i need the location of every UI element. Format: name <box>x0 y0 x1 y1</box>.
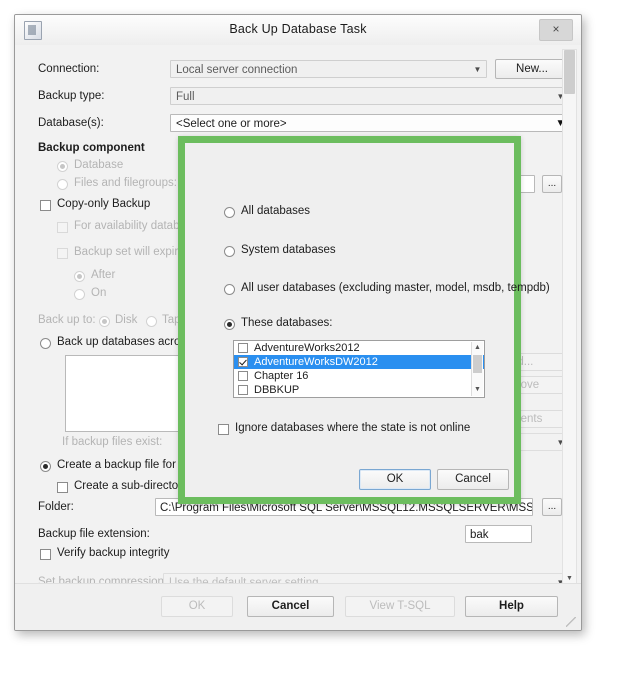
scrollbar-thumb[interactable] <box>564 50 575 94</box>
listbox-scrollbar[interactable]: ▲ ▼ <box>471 342 483 396</box>
extension-label: Backup file extension: <box>38 528 150 540</box>
popup-cancel-button[interactable]: Cancel <box>437 469 509 490</box>
listbox-scrollbar-thumb[interactable] <box>473 355 482 373</box>
screenshot-root: Back Up Database Task × Connection: Loca… <box>0 0 624 681</box>
radio-backup-across-files[interactable] <box>40 338 51 349</box>
radio-database-label: Database <box>74 159 124 171</box>
radio-database[interactable] <box>57 161 68 172</box>
form-vertical-scrollbar[interactable]: ▲ ▼ <box>562 49 577 585</box>
list-item[interactable]: DBBKUP <box>234 383 484 397</box>
cancel-button[interactable]: Cancel <box>247 596 334 617</box>
checkbox-ignore-offline-databases-label: Ignore databases where the state is not … <box>235 422 471 434</box>
list-item-label: AdventureWorks2012 <box>254 342 360 354</box>
radio-these-databases[interactable] <box>224 319 235 330</box>
radio-files-filegroups-label: Files and filegroups: <box>74 177 177 189</box>
databases-combo[interactable]: <Select one or more> ▼ <box>170 114 570 132</box>
list-item-label: Chapter 16 <box>254 370 309 382</box>
scroll-down-icon[interactable]: ▼ <box>472 384 483 396</box>
checkbox-ignore-offline-databases[interactable] <box>218 424 229 435</box>
list-item-label: AdventureWorksDW2012 <box>254 356 378 368</box>
popup-ok-button[interactable]: OK <box>359 469 431 490</box>
database-listbox[interactable]: AdventureWorks2012 AdventureWorksDW2012 … <box>233 340 485 398</box>
page-title: Back Up Database Task <box>229 22 367 36</box>
checkbox-verify-backup-integrity-label: Verify backup integrity <box>57 547 170 559</box>
dialog-footer: OK Cancel View T-SQL Help <box>15 583 581 630</box>
view-tsql-button: View T-SQL <box>345 596 455 617</box>
backup-database-task-window: Back Up Database Task × Connection: Loca… <box>14 14 582 631</box>
databases-value: <Select one or more> <box>176 118 287 130</box>
database-selection-popup: All databases System databases All user … <box>178 136 550 504</box>
backup-set-expire-label: Backup set will expire: <box>74 246 188 258</box>
radio-these-databases-label: These databases: <box>241 317 333 329</box>
backup-type-label: Backup type: <box>38 90 105 102</box>
new-button[interactable]: New... <box>495 59 569 79</box>
radio-create-file-per-database[interactable] <box>40 461 51 472</box>
radio-expire-after-label: After <box>91 269 116 281</box>
radio-expire-on[interactable] <box>74 289 85 300</box>
list-item[interactable]: AdventureWorks2012 <box>234 341 484 355</box>
list-item-checkbox[interactable] <box>238 343 248 353</box>
if-backup-exists-label: If backup files exist: <box>62 436 163 448</box>
radio-disk[interactable] <box>99 316 110 327</box>
checkbox-backup-set-expire[interactable] <box>57 248 68 259</box>
radio-all-databases[interactable] <box>224 207 235 218</box>
radio-expire-on-label: On <box>91 287 107 299</box>
radio-all-databases-label: All databases <box>241 205 311 217</box>
databases-label: Database(s): <box>38 117 104 129</box>
backup-type-value: Full <box>176 91 195 103</box>
list-item[interactable]: Chapter 16 <box>234 369 484 383</box>
folder-browse-button[interactable]: ... <box>542 498 562 516</box>
checkbox-copy-only-backup[interactable] <box>40 200 51 211</box>
list-item-checkbox[interactable] <box>238 357 248 367</box>
folder-label: Folder: <box>38 501 74 513</box>
radio-disk-label: Disk <box>115 314 138 326</box>
popup-inner: All databases System databases All user … <box>185 143 550 497</box>
list-item-checkbox[interactable] <box>238 371 248 381</box>
close-icon[interactable]: × <box>539 19 573 41</box>
radio-system-databases-label: System databases <box>241 244 336 256</box>
checkbox-verify-backup-integrity[interactable] <box>40 549 51 560</box>
back-up-to-label: Back up to: <box>38 314 96 326</box>
checkbox-create-subdirectory-label: Create a sub-directory f <box>74 480 195 492</box>
scroll-up-icon[interactable]: ▲ <box>472 342 483 354</box>
backup-type-combo[interactable]: Full ▼ <box>170 87 570 105</box>
ok-button: OK <box>161 596 233 617</box>
help-button[interactable]: Help <box>465 596 558 617</box>
radio-all-user-databases-label: All user databases (excluding master, mo… <box>241 282 550 294</box>
radio-expire-after[interactable] <box>74 271 85 282</box>
chevron-down-icon: ▼ <box>473 65 482 74</box>
radio-tape[interactable] <box>146 316 157 327</box>
list-item[interactable]: AdventureWorksDW2012 <box>234 355 484 369</box>
list-item-checkbox[interactable] <box>238 385 248 395</box>
radio-files-filegroups[interactable] <box>57 179 68 190</box>
backup-component-label: Backup component <box>38 142 145 154</box>
extension-input[interactable]: bak <box>465 525 532 543</box>
connection-value: Local server connection <box>176 64 298 76</box>
connection-label: Connection: <box>38 63 100 75</box>
radio-create-file-per-database-label: Create a backup file for eve <box>57 459 198 471</box>
resize-grip[interactable] <box>566 617 576 627</box>
checkbox-create-subdirectory[interactable] <box>57 482 68 493</box>
connection-combo[interactable]: Local server connection ▼ <box>170 60 487 78</box>
filegroups-browse-button[interactable]: ... <box>542 175 562 193</box>
title-bar: Back Up Database Task × <box>15 15 581 46</box>
radio-system-databases[interactable] <box>224 246 235 257</box>
copy-only-backup-label: Copy-only Backup <box>57 198 151 210</box>
radio-all-user-databases[interactable] <box>224 284 235 295</box>
list-item-label: DBBKUP <box>254 384 300 396</box>
checkbox-availability-databases[interactable] <box>57 222 68 233</box>
